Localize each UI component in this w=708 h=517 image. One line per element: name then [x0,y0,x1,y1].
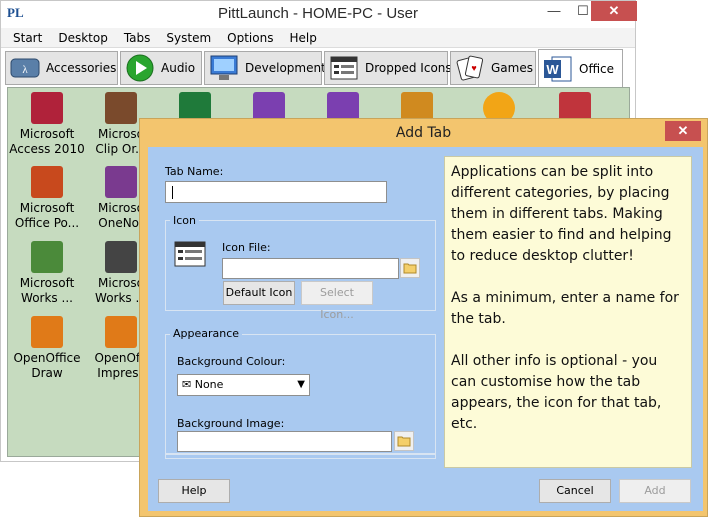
text-caret [172,186,173,199]
works-icon [31,241,63,273]
appearance-group-title: Appearance [170,327,243,340]
app-works[interactable]: Microsoft Works ... [8,241,86,306]
menu-start[interactable]: Start [5,31,50,45]
svg-text:♥: ♥ [471,63,476,73]
app-label: OpenOffice Draw [13,351,81,380]
dropped-icons-icon [329,53,359,83]
games-icon: ♥ [455,53,485,83]
tab-office[interactable]: W Office [538,49,623,87]
add-tab-dialog: Add Tab ✕ Tab Name: Icon Icon File: Defa… [139,118,708,517]
default-icon-button[interactable]: Default Icon [223,281,295,305]
background-image-input[interactable] [177,431,392,452]
menu-desktop[interactable]: Desktop [50,31,116,45]
browse-background-image-button[interactable] [394,431,414,451]
app-access[interactable]: Microsoft Access 2010 [8,92,86,157]
app-label: Microsoft Access 2010 [9,127,85,156]
openoffice-draw-icon [31,316,63,348]
icon-file-label: Icon File: [222,241,271,254]
access-icon [31,92,63,124]
tab-label: Office [579,61,615,76]
menu-bar: Start Desktop Tabs System Options Help [1,28,635,48]
background-colour-label: Background Colour: [177,355,286,368]
svg-text:λ: λ [22,64,28,76]
tab-audio[interactable]: Audio [120,51,202,85]
select-icon-button[interactable]: Select Icon... [301,281,373,321]
icon-file-input[interactable] [222,258,399,279]
menu-options[interactable]: Options [219,31,281,45]
main-title-bar[interactable]: PL PittLaunch - HOME-PC - User — ☐ ✕ [1,1,637,27]
openoffice-impress-icon [105,316,137,348]
tab-label: Games [491,61,533,75]
add-button[interactable]: Add [619,479,691,503]
tab-label: Dropped Icons [365,61,452,75]
tab-name-label: Tab Name: [165,165,224,178]
cancel-button[interactable]: Cancel [539,479,611,503]
app-label: Microsoft Office Po... [14,201,80,230]
minimize-button[interactable]: — [540,1,568,21]
help-panel: Applications can be split into different… [444,156,692,468]
help-text-2: As a minimum, enter a name for the tab. [451,290,679,327]
tab-name-input[interactable] [165,181,387,203]
accessories-icon: λ [10,53,40,83]
help-text-1: Applications can be split into different… [451,164,672,264]
app-label: Microsoft Works ... [19,276,75,305]
tab-development[interactable]: Development [204,51,326,85]
powerpoint-icon [31,166,63,198]
clip-organizer-icon [105,92,137,124]
tab-accessories[interactable]: λ Accessories [5,51,118,85]
menu-tabs[interactable]: Tabs [116,31,159,45]
main-close-button[interactable]: ✕ [591,1,637,21]
tab-label: Development [245,61,326,75]
folder-icon [403,263,417,274]
app-openoffice-draw[interactable]: OpenOffice Draw [8,316,86,381]
onenote-icon [105,166,137,198]
works-2-icon [105,241,137,273]
no-colour-icon: ✉ [182,378,195,391]
help-text-3: All other info is optional - you can cus… [451,353,662,432]
play-icon [125,53,155,83]
folder-icon [397,436,411,447]
icon-group-title: Icon [170,214,199,227]
tab-preview-icon [174,240,206,271]
menu-system[interactable]: System [158,31,219,45]
svg-text:W: W [546,62,559,77]
word-icon: W [543,54,573,84]
app-powerpoint[interactable]: Microsoft Office Po... [8,166,86,231]
dialog-body: Tab Name: Icon Icon File: Default Icon S… [148,147,703,511]
background-colour-select[interactable]: ✉ None ▼ [177,374,310,396]
background-colour-value: None [194,378,224,391]
chevron-down-icon: ▼ [297,379,305,390]
dialog-title[interactable]: Add Tab [140,119,707,147]
tab-strip: λ Accessories Audio Development Dropped … [5,49,633,87]
menu-help[interactable]: Help [281,31,324,45]
development-icon [209,53,239,83]
dialog-close-button[interactable]: ✕ [665,121,701,141]
tab-games[interactable]: ♥ Games [450,51,536,85]
background-image-label: Background Image: [177,417,285,430]
tab-dropped-icons[interactable]: Dropped Icons [324,51,452,85]
help-button[interactable]: Help [158,479,230,503]
tab-label: Accessories [46,61,117,75]
tab-label: Audio [161,61,196,75]
browse-icon-file-button[interactable] [400,258,420,278]
